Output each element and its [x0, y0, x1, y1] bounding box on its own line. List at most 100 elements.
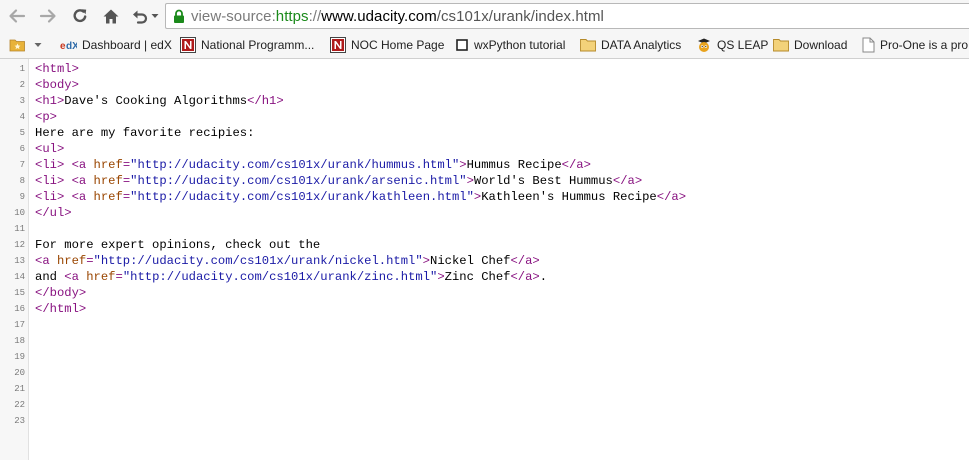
bookmark-pro-one[interactable]: Pro-One is a pro [862, 36, 968, 54]
bookmark-national-programme[interactable]: National Programm... [180, 36, 314, 54]
line-number: 2 [19, 80, 25, 90]
bookmark-noc-home[interactable]: NOC Home Page [330, 36, 444, 54]
code-token: <li> [35, 174, 65, 188]
code-token: <a [71, 190, 94, 204]
home-icon [103, 9, 119, 23]
code-token: </a> [510, 270, 540, 284]
code-token: > [459, 158, 467, 172]
bookmark-data-analytics[interactable]: DATA Analytics [580, 36, 681, 54]
source-line: <li> <a href="http://udacity.com/cs101x/… [35, 157, 591, 173]
code-token: <li> [35, 158, 65, 172]
url-separator: :// [308, 7, 322, 25]
code-token: </ul> [35, 206, 72, 220]
code-token: href [86, 270, 116, 284]
bookmark-label: Download [794, 38, 848, 52]
bookmark-wxpython[interactable]: wxPython tutorial [455, 36, 565, 54]
line-number: 5 [19, 128, 25, 138]
bookmark-label: wxPython tutorial [474, 38, 566, 52]
secure-lock-icon [174, 9, 184, 23]
bookmark-qs-leap[interactable]: QS LEAP [696, 36, 768, 54]
forward-arrow-icon [39, 9, 56, 23]
nptel-icon [180, 37, 196, 53]
code-token: <p> [35, 110, 57, 124]
bookmark-label: QS LEAP [717, 38, 769, 52]
code-token: <ul> [35, 142, 65, 156]
home-button[interactable] [100, 6, 122, 26]
code-token: </a> [612, 174, 643, 188]
code-token: "http://udacity.com/cs101x/urank/nickel.… [93, 254, 423, 268]
code-token: <a [64, 270, 87, 284]
source-view: 1 2 3 4 5 6 7 8 9 10 11 12 13 14 15 16 17 18 19 20 21 22 23 <h… [0, 59, 969, 460]
source-line: For more expert opinions, check out the [35, 237, 320, 253]
code-token: <a [35, 254, 57, 268]
bookmark-star-folder-icon [9, 39, 25, 52]
code-token: href [56, 254, 87, 268]
code-token: Here are my favorite recipies: [35, 126, 255, 140]
line-number: 14 [14, 272, 25, 282]
line-number: 17 [14, 320, 25, 330]
code-token: Zinc Chef [444, 270, 511, 284]
line-number: 22 [14, 400, 25, 410]
line-number: 1 [19, 64, 25, 74]
line-number-gutter: 1 2 3 4 5 6 7 8 9 10 11 12 13 14 15 16 17 18 19 20 21 22 23 [0, 59, 29, 460]
folder-icon [773, 39, 789, 52]
line-number: 3 [19, 96, 25, 106]
source-line: Here are my favorite recipies: [35, 125, 254, 141]
code-token: </html> [35, 302, 87, 316]
line-number: 18 [14, 336, 25, 346]
line-number: 10 [14, 208, 25, 218]
page-icon [456, 39, 468, 51]
dropdown-arrow-icon [151, 14, 158, 18]
code-token: "http://udacity.com/cs101x/urank/kathlee… [130, 190, 474, 204]
source-line: <a href="http://udacity.com/cs101x/urank… [35, 253, 540, 269]
bookmark-edx[interactable]: e dX Dashboard | edX [60, 36, 172, 54]
back-arrow-icon [9, 9, 26, 23]
url-scheme: view-source: [191, 7, 276, 25]
code-token: href [93, 158, 123, 172]
line-number: 9 [19, 192, 25, 202]
folder-icon [580, 39, 596, 52]
source-line: and <a href="http://udacity.com/cs101x/u… [35, 269, 547, 285]
edx-icon: e dX [60, 41, 77, 51]
code-token: </body> [35, 286, 87, 300]
code-token: and [35, 270, 65, 284]
code-token: = [86, 254, 94, 268]
line-number: 19 [14, 352, 25, 362]
line-number: 13 [14, 256, 25, 266]
svg-text:dX: dX [66, 41, 77, 51]
code-token: href [93, 190, 123, 204]
code-token: "http://udacity.com/cs101x/urank/hummus.… [130, 158, 460, 172]
code-token: </a> [656, 190, 687, 204]
apps-menu-button[interactable] [9, 37, 42, 53]
code-token: <a [71, 174, 94, 188]
forward-button[interactable] [37, 6, 59, 26]
line-number: 15 [14, 288, 25, 298]
line-number: 16 [14, 304, 25, 314]
code-token: Hummus Recipe [466, 158, 562, 172]
source-line: <ul> [35, 141, 64, 157]
source-line: <body> [35, 77, 79, 93]
line-number: 21 [14, 384, 25, 394]
source-line: </html> [35, 301, 86, 317]
reload-button[interactable] [69, 6, 91, 26]
address-bar[interactable]: view-source:https://www.udacity.com/cs10… [165, 3, 969, 29]
code-token: </a> [561, 158, 591, 172]
line-number: 8 [19, 176, 25, 186]
source-line: </ul> [35, 205, 72, 221]
code-token: <body> [35, 78, 79, 92]
bookmarks-bar: e dX Dashboard | edX National Programm..… [0, 32, 969, 59]
back-button[interactable] [6, 6, 28, 26]
bookmark-download[interactable]: Download [773, 36, 847, 54]
history-menu-button[interactable] [129, 6, 161, 26]
code-token: > [466, 174, 474, 188]
code-token: > [437, 270, 445, 284]
code-token: = [115, 270, 123, 284]
code-token: Dave's Cooking Algorithms [64, 94, 248, 108]
bookmark-label: Pro-One is a pro [880, 38, 969, 52]
url-text: view-source:https://www.udacity.com/cs10… [191, 8, 604, 25]
bookmark-label: National Programm... [201, 38, 315, 52]
source-line: <p> [35, 109, 57, 125]
line-number: 7 [19, 160, 25, 170]
dropdown-arrow-icon [34, 43, 42, 47]
